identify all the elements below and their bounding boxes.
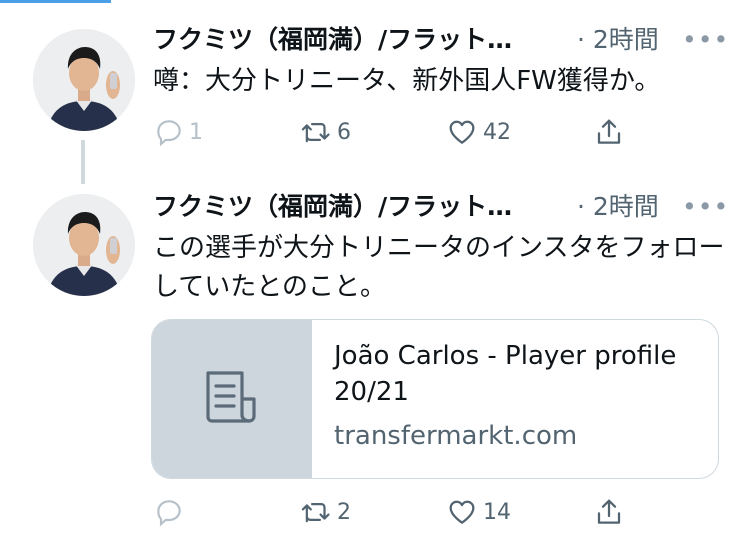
more-options-icon[interactable]: ••• xyxy=(682,189,729,225)
retweet-button[interactable]: 6 xyxy=(299,112,351,152)
more-options-icon[interactable]: ••• xyxy=(682,22,729,58)
document-icon xyxy=(202,369,262,429)
retweet-count: 2 xyxy=(337,499,351,525)
tweet-header: フクミツ（福岡満）/フラット… · 2時間 ••• xyxy=(153,189,730,225)
tweet-actions: 2 14 xyxy=(153,492,653,532)
like-button[interactable]: 42 xyxy=(445,112,511,152)
tweet-header: フクミツ（福岡満）/フラット… · 2時間 ••• xyxy=(153,22,730,58)
tweet-time[interactable]: · 2時間 xyxy=(577,189,659,225)
reply-icon xyxy=(153,496,185,528)
share-button[interactable] xyxy=(593,112,625,152)
display-name[interactable]: フクミツ（福岡満）/フラット… xyxy=(153,189,553,225)
thread-connector-line xyxy=(81,140,85,184)
retweet-count: 6 xyxy=(337,119,351,145)
reply-icon xyxy=(153,116,185,148)
like-count: 42 xyxy=(483,119,511,145)
card-title: João Carlos - Player profile 20/21 xyxy=(334,341,677,407)
like-count: 14 xyxy=(483,499,511,525)
link-preview-card[interactable]: João Carlos - Player profile 20/21 trans… xyxy=(151,319,719,479)
card-thumbnail xyxy=(152,320,312,478)
like-button[interactable]: 14 xyxy=(445,492,511,532)
retweet-icon xyxy=(299,496,333,528)
avatar[interactable] xyxy=(33,29,135,131)
display-name[interactable]: フクミツ（福岡満）/フラット… xyxy=(153,22,553,58)
like-icon xyxy=(445,496,479,528)
tweet-time[interactable]: · 2時間 xyxy=(577,22,659,58)
avatar[interactable] xyxy=(33,194,135,296)
card-domain: transfermarkt.com xyxy=(334,421,578,451)
share-icon xyxy=(593,116,625,148)
reply-button[interactable]: 1 xyxy=(153,112,203,152)
like-icon xyxy=(445,116,479,148)
reply-count: 1 xyxy=(189,119,203,145)
share-button[interactable] xyxy=(593,492,625,532)
tweet-text: 噂：大分トリニータ、新外国人FW獲得か。 xyxy=(153,66,661,96)
tweet-text: この選手が大分トリニータのインスタをフォローしていたとのこと。 xyxy=(153,233,725,302)
retweet-button[interactable]: 2 xyxy=(299,492,351,532)
retweet-icon xyxy=(299,116,333,148)
tweet[interactable]: フクミツ（福岡満）/フラット… · 2時間 ••• 噂：大分トリニータ、新外国人… xyxy=(0,0,750,185)
share-icon xyxy=(593,496,625,528)
tweet-actions: 1 6 42 xyxy=(153,112,653,152)
reply-button[interactable] xyxy=(153,492,189,532)
